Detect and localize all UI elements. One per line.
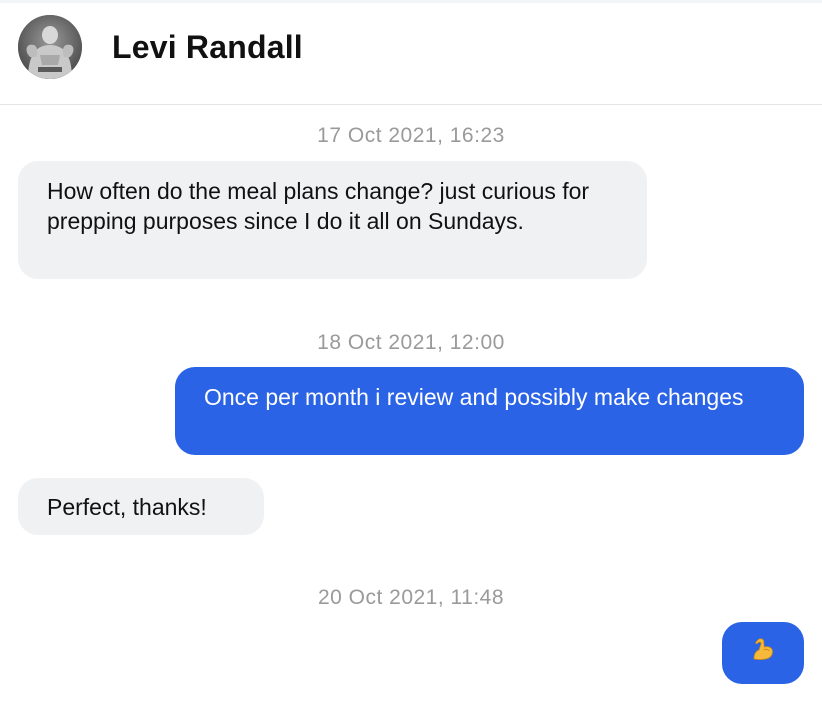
contact-name: Levi Randall — [112, 29, 303, 65]
flexed-biceps-icon — [750, 637, 776, 670]
avatar-image — [18, 15, 82, 79]
message-bubble-outgoing[interactable] — [722, 622, 804, 684]
message-bubble-outgoing[interactable]: Once per month i review and possibly mak… — [175, 367, 804, 455]
chat-header: Levi Randall — [0, 0, 822, 105]
avatar[interactable] — [18, 15, 82, 79]
message-timestamp: 20 Oct 2021, 11:48 — [317, 586, 505, 609]
message-timestamp: 18 Oct 2021, 12:00 — [317, 331, 505, 354]
message-timestamp: 17 Oct 2021, 16:23 — [317, 124, 505, 147]
chat-window: Levi Randall 17 Oct 2021, 16:23 How ofte… — [0, 0, 822, 714]
message-bubble-incoming[interactable]: How often do the meal plans change? just… — [18, 161, 647, 279]
message-bubble-incoming[interactable]: Perfect, thanks! — [18, 478, 264, 535]
